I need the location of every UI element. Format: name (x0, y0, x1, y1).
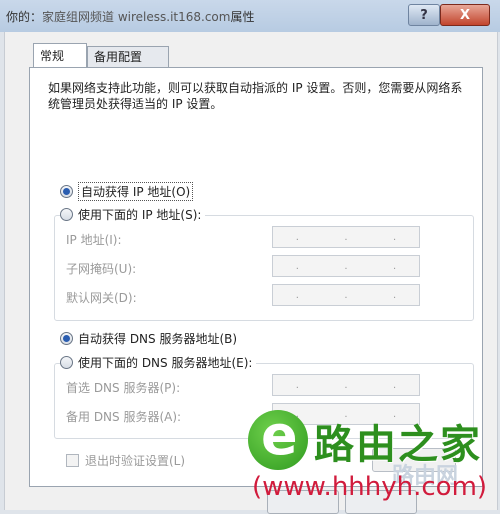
dns-auto-radio[interactable] (60, 332, 73, 345)
title-suffix: 属性 (230, 10, 255, 24)
watermark: e 路由之家 路由网 (www.hhhyh.com) (242, 406, 500, 510)
ip-auto-option[interactable]: 自动获得 IP 地址(O) (60, 182, 194, 201)
alternate-dns-label: 备用 DNS 服务器(A): (66, 410, 182, 424)
tab-general[interactable]: 常规 (33, 43, 87, 67)
validate-on-exit-option[interactable]: 退出时验证设置(L) (66, 452, 185, 469)
validate-on-exit-checkbox[interactable] (66, 454, 79, 467)
watermark-url: (www.hhhyh.com) (252, 472, 488, 502)
validate-on-exit-label: 退出时验证设置(L) (85, 454, 186, 468)
ip-manual-radio[interactable] (60, 208, 73, 221)
description-text: 如果网络支持此功能，则可以获取自动指派的 IP 设置。否则，您需要从网络系统管理… (48, 81, 463, 111)
close-icon: X (459, 7, 471, 23)
default-gateway-label: 默认网关(D): (66, 291, 137, 305)
title-site: 家庭组网频道 wireless.it168.com (42, 10, 231, 24)
ip-address-input[interactable]: ... (272, 226, 420, 248)
ip-manual-option[interactable]: 使用下面的 IP 地址(S): (60, 206, 206, 223)
dns-manual-radio[interactable] (60, 356, 73, 369)
preferred-dns-input[interactable]: ... (272, 374, 420, 396)
close-button[interactable]: X (440, 4, 490, 26)
subnet-mask-input[interactable]: ... (272, 255, 420, 277)
ip-manual-label: 使用下面的 IP 地址(S): (78, 208, 202, 222)
window-title: 你的：家庭组网频道 wireless.it168.com属性 (6, 8, 254, 25)
dns-manual-option[interactable]: 使用下面的 DNS 服务器地址(E): (60, 354, 257, 371)
tab-alternate-config[interactable]: 备用配置 (87, 46, 169, 68)
watermark-logo-icon: e (248, 406, 308, 470)
help-icon: ? (420, 7, 428, 23)
ip-auto-radio[interactable] (60, 185, 73, 198)
default-gateway-input[interactable]: ... (272, 284, 420, 306)
preferred-dns-label: 首选 DNS 服务器(P): (66, 381, 181, 395)
title-bar: 你的：家庭组网频道 wireless.it168.com属性 ? X (0, 0, 500, 32)
title-prefix: 你的： (6, 10, 43, 24)
dns-manual-label: 使用下面的 DNS 服务器地址(E): (78, 356, 253, 370)
ip-address-label: IP 地址(I): (66, 233, 122, 247)
help-button[interactable]: ? (408, 4, 440, 26)
subnet-mask-label: 子网掩码(U): (66, 262, 137, 276)
dns-auto-option[interactable]: 自动获得 DNS 服务器地址(B) (60, 330, 237, 347)
ip-auto-label: 自动获得 IP 地址(O) (78, 182, 194, 201)
dns-auto-label: 自动获得 DNS 服务器地址(B) (78, 332, 238, 346)
